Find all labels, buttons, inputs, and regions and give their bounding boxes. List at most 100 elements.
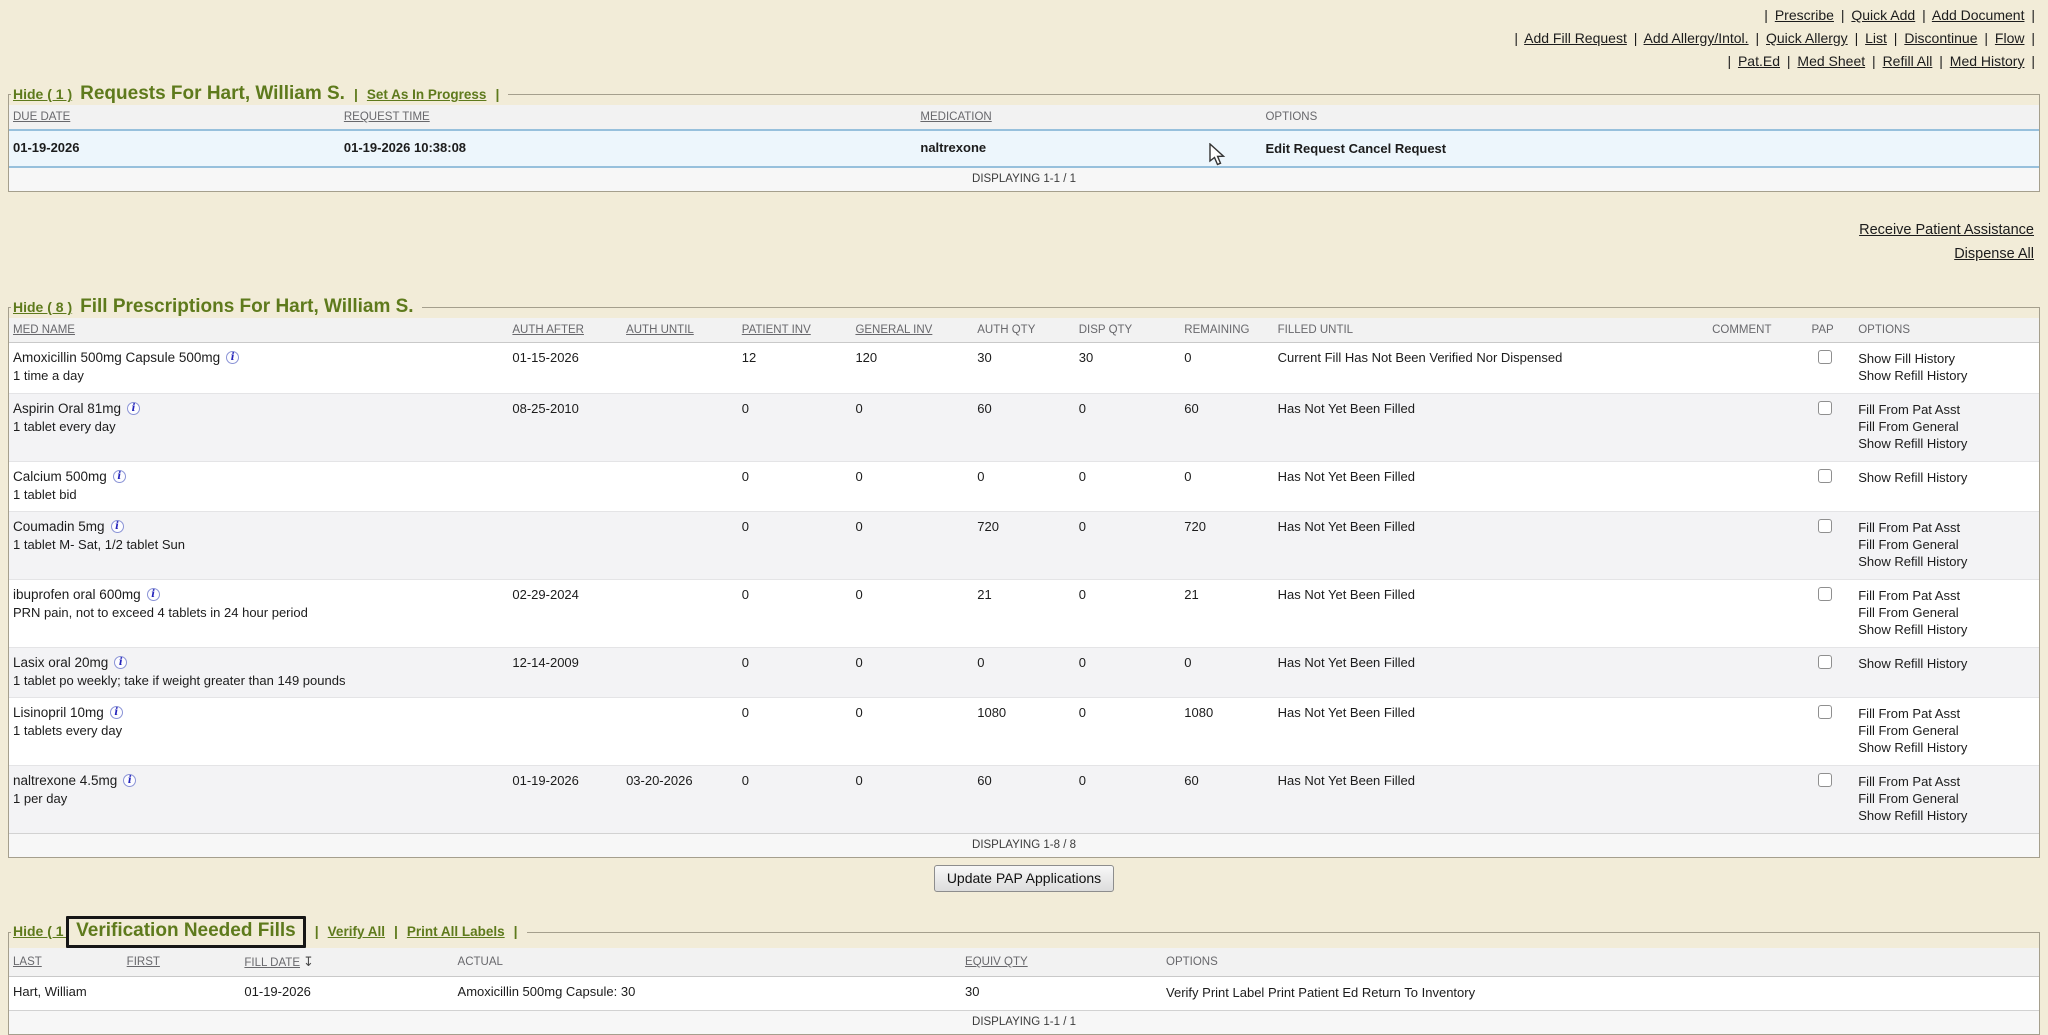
med-sig: 1 tablets every day xyxy=(13,723,504,738)
hide-requests-link[interactable]: Hide ( 1 ) xyxy=(13,86,72,102)
show-refill-history-link[interactable]: Show Refill History xyxy=(1858,807,2035,824)
nav-link-add-allergy-intol[interactable]: Add Allergy/Intol. xyxy=(1644,30,1749,46)
col-med-name[interactable]: MED NAME xyxy=(13,324,75,336)
fill-from-pat-asst-link[interactable]: Fill From Pat Asst xyxy=(1858,401,2035,418)
print-label-link[interactable]: Print Label xyxy=(1202,985,1264,1000)
auth-qty-cell: 1080 xyxy=(973,698,1075,766)
fill-from-pat-asst-link[interactable]: Fill From Pat Asst xyxy=(1858,519,2035,536)
med-name-link[interactable]: ibuprofen oral 600mg xyxy=(13,587,141,602)
med-name-link[interactable]: Coumadin 5mg xyxy=(13,519,105,534)
col-medication[interactable]: MEDICATION xyxy=(920,111,991,123)
show-refill-history-link[interactable]: Show Refill History xyxy=(1858,469,2035,486)
fill-options-cell: Fill From Pat Asst Fill From General Sho… xyxy=(1854,698,2039,766)
pap-checkbox[interactable] xyxy=(1818,705,1832,719)
pap-checkbox[interactable] xyxy=(1818,655,1832,669)
dispense-all-link[interactable]: Dispense All xyxy=(1954,246,2034,262)
comment-cell xyxy=(1708,512,1807,580)
edit-request-link[interactable]: Edit Request xyxy=(1265,141,1344,156)
med-name-link[interactable]: Lasix oral 20mg xyxy=(13,655,108,670)
col-general-inv[interactable]: GENERAL INV xyxy=(855,324,932,336)
pap-checkbox[interactable] xyxy=(1818,401,1832,415)
fill-row-lasix: Lasix oral 20mgi 1 tablet po weekly; tak… xyxy=(9,648,2039,698)
col-due-date[interactable]: DUE DATE xyxy=(13,111,70,123)
nav-link-list[interactable]: List xyxy=(1865,30,1887,46)
nav-link-quick-add[interactable]: Quick Add xyxy=(1851,7,1915,23)
info-icon[interactable]: i xyxy=(226,351,239,364)
info-icon[interactable]: i xyxy=(123,774,136,787)
pap-checkbox[interactable] xyxy=(1818,350,1832,364)
separator: | xyxy=(494,86,500,102)
med-name-link[interactable]: naltrexone 4.5mg xyxy=(13,773,117,788)
verification-displaying-text: DISPLAYING 1-1 / 1 xyxy=(9,1011,2039,1035)
show-refill-history-link[interactable]: Show Refill History xyxy=(1858,553,2035,570)
col-options: OPTIONS xyxy=(1265,111,1317,123)
info-icon[interactable]: i xyxy=(113,470,126,483)
update-pap-applications-button[interactable]: Update PAP Applications xyxy=(934,865,1114,892)
nav-link-refill-all[interactable]: Refill All xyxy=(1883,53,1933,69)
verify-link[interactable]: Verify xyxy=(1166,985,1199,1000)
pap-checkbox[interactable] xyxy=(1818,773,1832,787)
pap-checkbox[interactable] xyxy=(1818,469,1832,483)
nav-link-quick-allergy[interactable]: Quick Allergy xyxy=(1766,30,1848,46)
cancel-request-link[interactable]: Cancel Request xyxy=(1349,141,1447,156)
nav-link-med-history[interactable]: Med History xyxy=(1950,53,2025,69)
hide-verification-link[interactable]: Hide ( 1 ) xyxy=(13,923,72,939)
col-last[interactable]: LAST xyxy=(13,956,42,968)
col-fill-date[interactable]: FILL DATE xyxy=(244,957,300,969)
col-auth-after[interactable]: AUTH AFTER xyxy=(512,324,584,336)
fill-from-general-link[interactable]: Fill From General xyxy=(1858,790,2035,807)
fill-from-pat-asst-link[interactable]: Fill From Pat Asst xyxy=(1858,587,2035,604)
info-icon[interactable]: i xyxy=(147,588,160,601)
pap-checkbox[interactable] xyxy=(1818,519,1832,533)
show-refill-history-link[interactable]: Show Refill History xyxy=(1858,655,2035,672)
col-first[interactable]: FIRST xyxy=(127,956,160,968)
verify-all-link[interactable]: Verify All xyxy=(328,924,385,939)
show-fill-history-link[interactable]: Show Fill History xyxy=(1858,350,2035,367)
fill-table: MED NAME AUTH AFTER AUTH UNTIL PATIENT I… xyxy=(9,318,2039,857)
print-all-labels-link[interactable]: Print All Labels xyxy=(407,924,505,939)
col-request-time[interactable]: REQUEST TIME xyxy=(344,111,430,123)
info-icon[interactable]: i xyxy=(110,706,123,719)
show-refill-history-link[interactable]: Show Refill History xyxy=(1858,435,2035,452)
nav-link-prescribe[interactable]: Prescribe xyxy=(1775,7,1834,23)
show-refill-history-link[interactable]: Show Refill History xyxy=(1858,621,2035,638)
remaining-cell: 21 xyxy=(1180,580,1273,648)
nav-link-med-sheet[interactable]: Med Sheet xyxy=(1797,53,1865,69)
remaining-cell: 0 xyxy=(1180,343,1273,394)
nav-link-add-fill-request[interactable]: Add Fill Request xyxy=(1524,30,1627,46)
col-disp-qty: DISP QTY xyxy=(1079,324,1132,336)
fill-from-general-link[interactable]: Fill From General xyxy=(1858,536,2035,553)
general-inv-cell: 0 xyxy=(851,580,973,648)
nav-link-flow[interactable]: Flow xyxy=(1995,30,2025,46)
col-patient-inv[interactable]: PATIENT INV xyxy=(742,324,811,336)
nav-link-pated[interactable]: Pat.Ed xyxy=(1738,53,1780,69)
col-fill-options: OPTIONS xyxy=(1858,324,1910,336)
show-refill-history-link[interactable]: Show Refill History xyxy=(1858,367,2035,384)
info-icon[interactable]: i xyxy=(111,520,124,533)
hide-fill-link[interactable]: Hide ( 8 ) xyxy=(13,299,72,315)
separator: | xyxy=(1919,7,1929,23)
col-auth-until[interactable]: AUTH UNTIL xyxy=(626,324,694,336)
print-patient-ed-link[interactable]: Print Patient Ed xyxy=(1268,985,1358,1000)
med-name-link[interactable]: Lisinopril 10mg xyxy=(13,705,104,720)
nav-link-add-document[interactable]: Add Document xyxy=(1932,7,2025,23)
fill-from-general-link[interactable]: Fill From General xyxy=(1858,418,2035,435)
receive-patient-assistance-link[interactable]: Receive Patient Assistance xyxy=(1859,222,2034,238)
nav-link-discontinue[interactable]: Discontinue xyxy=(1904,30,1977,46)
fill-from-general-link[interactable]: Fill From General xyxy=(1858,604,2035,621)
fill-from-general-link[interactable]: Fill From General xyxy=(1858,722,2035,739)
med-name-link[interactable]: Calcium 500mg xyxy=(13,469,107,484)
info-icon[interactable]: i xyxy=(114,656,127,669)
fill-from-pat-asst-link[interactable]: Fill From Pat Asst xyxy=(1858,705,2035,722)
med-name-link[interactable]: Aspirin Oral 81mg xyxy=(13,401,121,416)
fill-from-pat-asst-link[interactable]: Fill From Pat Asst xyxy=(1858,773,2035,790)
show-refill-history-link[interactable]: Show Refill History xyxy=(1858,739,2035,756)
set-as-in-progress-link[interactable]: Set As In Progress xyxy=(367,87,487,102)
col-equiv-qty[interactable]: EQUIV QTY xyxy=(965,956,1028,968)
pap-checkbox[interactable] xyxy=(1818,587,1832,601)
return-to-inventory-link[interactable]: Return To Inventory xyxy=(1362,985,1475,1000)
med-name-link[interactable]: Amoxicillin 500mg Capsule 500mg xyxy=(13,350,220,365)
info-icon[interactable]: i xyxy=(127,402,140,415)
request-row[interactable]: 01-19-2026 01-19-2026 10:38:08 naltrexon… xyxy=(9,130,2039,167)
fill-options-cell: Fill From Pat Asst Fill From General Sho… xyxy=(1854,512,2039,580)
